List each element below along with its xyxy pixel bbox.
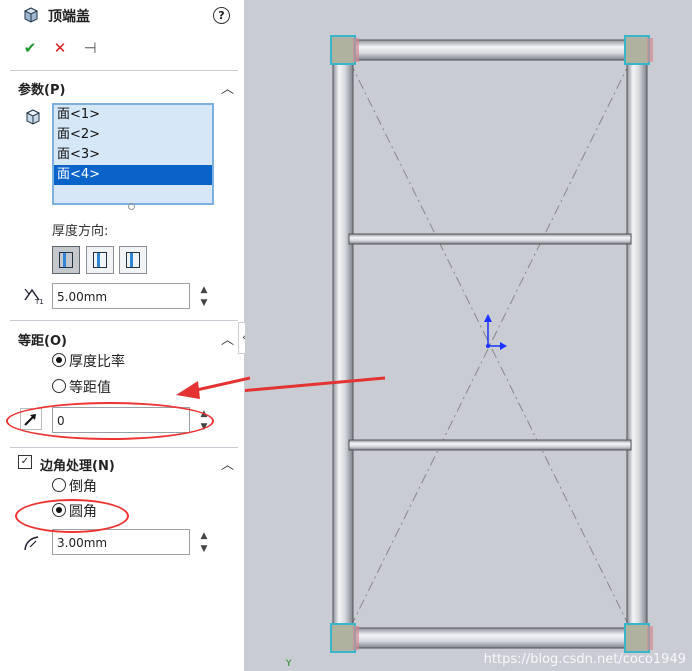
offset-spin-up[interactable]: ▲ — [197, 408, 211, 420]
chamfer-radio[interactable]: 倒角 — [52, 477, 97, 497]
thickness-spin-down[interactable]: ▼ — [197, 297, 211, 309]
fillet-radius-spin-up[interactable]: ▲ — [197, 530, 211, 542]
direction-outward-icon — [93, 252, 107, 268]
direction-inward-icon — [59, 252, 73, 268]
radio-unchecked-icon[interactable] — [52, 379, 66, 393]
ok-button[interactable]: ✔ — [20, 38, 40, 58]
fillet-radio[interactable]: 圆角 — [52, 502, 97, 522]
corner-treatment-section-header[interactable]: 边角处理(N) ︿ — [0, 452, 244, 476]
radio-checked-icon[interactable] — [52, 503, 66, 517]
offset-section-header[interactable]: 等距(O) ︿ — [0, 327, 244, 351]
divider — [10, 70, 238, 71]
thickness-input[interactable]: 5.00mm — [52, 283, 190, 309]
chamfer-label: 倒角 — [69, 479, 97, 495]
fillet-radius-spin-down[interactable]: ▼ — [197, 543, 211, 555]
feature-title: 顶端盖 — [48, 9, 90, 25]
offset-ratio-radio[interactable]: 厚度比率 — [52, 352, 125, 372]
face-list-item[interactable]: 面<1> — [54, 105, 212, 125]
divider — [10, 447, 238, 448]
parameters-section-title: 参数(P) — [18, 83, 66, 98]
end-cap-feature-icon — [23, 7, 39, 23]
offset-ratio-label: 厚度比率 — [69, 354, 125, 370]
frame-model — [245, 35, 653, 653]
svg-text:T1: T1 — [34, 298, 44, 305]
fillet-radius-icon — [24, 536, 39, 551]
help-icon[interactable]: ? — [213, 7, 230, 24]
triad-y-label: Y — [286, 659, 292, 669]
radio-checked-icon[interactable] — [52, 353, 66, 367]
chevron-up-icon[interactable]: ︿ — [221, 78, 234, 97]
face-list-item[interactable]: 面<3> — [54, 145, 212, 165]
annotation-arrow — [176, 376, 250, 399]
fillet-radius-input[interactable]: 3.00mm — [52, 529, 190, 555]
faces-listbox[interactable]: 面<1> 面<2> 面<3> 面<4> — [52, 103, 214, 205]
thickness-spin-up[interactable]: ▲ — [197, 284, 211, 296]
face-list-item-selected[interactable]: 面<4> — [54, 165, 212, 185]
property-manager-panel: 顶端盖 ? ✔ ✕ ⊣ 参数(P) ︿ 面<1> 面<2> 面<3> 面<4> … — [0, 0, 245, 671]
feature-title-row: 顶端盖 ? — [0, 0, 244, 32]
chevron-up-icon[interactable]: ︿ — [221, 329, 234, 348]
thickness-direction-outward-button[interactable] — [86, 246, 114, 274]
fillet-label: 圆角 — [69, 504, 97, 520]
parameters-section-header[interactable]: 参数(P) ︿ — [0, 76, 244, 100]
thickness-direction-both-button[interactable] — [119, 246, 147, 274]
graphics-viewport[interactable]: Y https://blog.csdn.net/coco1949 — [245, 0, 692, 671]
offset-arrow-icon — [20, 408, 42, 430]
face-list-item[interactable]: 面<2> — [54, 125, 212, 145]
offset-value-input[interactable]: 0 — [52, 407, 190, 433]
direction-both-icon — [126, 252, 140, 268]
pin-button[interactable]: ⊣ — [80, 38, 100, 58]
corner-treatment-checkbox[interactable]: ✓ — [18, 455, 32, 469]
watermark-text: https://blog.csdn.net/coco1949 — [483, 652, 686, 667]
radio-unchecked-icon[interactable] — [52, 478, 66, 492]
thickness-direction-inward-button[interactable] — [52, 246, 80, 274]
thickness-direction-label: 厚度方向: — [52, 224, 109, 239]
divider — [10, 320, 238, 321]
offset-value-label: 等距值 — [69, 380, 111, 396]
thickness-icon: T1 — [24, 288, 44, 305]
cancel-button[interactable]: ✕ — [50, 38, 70, 58]
chevron-up-icon[interactable]: ︿ — [221, 454, 234, 473]
offset-value-radio[interactable]: 等距值 — [52, 378, 111, 398]
listbox-resize-handle[interactable] — [128, 203, 135, 210]
offset-spin-down[interactable]: ▼ — [197, 421, 211, 433]
corner-treatment-section-title: 边角处理(N) — [40, 459, 115, 474]
face-selection-icon — [25, 109, 41, 125]
offset-section-title: 等距(O) — [18, 334, 67, 349]
